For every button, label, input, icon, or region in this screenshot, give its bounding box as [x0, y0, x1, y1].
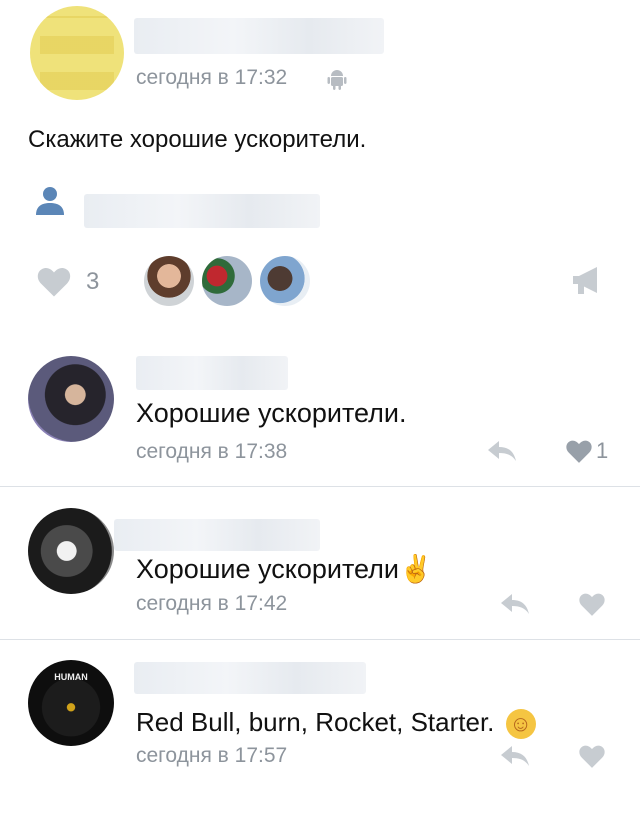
android-icon	[327, 68, 347, 90]
comment-time: сегодня в 17:38	[136, 440, 288, 463]
smiling-emoji: ☺	[505, 709, 536, 740]
victory-hand-emoji: ✌	[398, 554, 433, 584]
liker-avatar[interactable]	[260, 256, 310, 306]
post-signer-name[interactable]	[84, 194, 320, 228]
like-count: 3	[86, 268, 100, 295]
post-time: сегодня в 17:32	[136, 66, 288, 89]
comment-text: Хорошие ускорители✌	[136, 553, 433, 585]
comment-text-content: Хорошие ускорители	[136, 554, 399, 584]
comment-avatar[interactable]: HUMAN	[28, 660, 114, 746]
comment-text: Red Bull, burn, Rocket, Starter. ☺	[136, 707, 536, 740]
liker-avatar[interactable]	[144, 256, 194, 306]
post-text: Скажите хорошие ускорители.	[28, 126, 367, 153]
comment-divider	[0, 486, 640, 487]
comment-time: сегодня в 17:42	[136, 592, 288, 615]
heart-icon[interactable]	[578, 744, 606, 769]
comment-text-content: Red Bull, burn, Rocket, Starter.	[136, 707, 495, 737]
comment-text: Хорошие ускорители.	[136, 398, 407, 428]
heart-icon[interactable]	[36, 266, 72, 298]
avatar-caption: HUMAN	[54, 672, 88, 682]
comment-author-name[interactable]	[134, 662, 366, 694]
reply-icon[interactable]	[487, 440, 517, 462]
share-megaphone-icon[interactable]	[570, 264, 604, 298]
comment-time: сегодня в 17:57	[136, 744, 288, 767]
heart-icon[interactable]	[578, 592, 606, 617]
comment-author-name[interactable]	[114, 519, 320, 551]
user-icon	[34, 185, 66, 217]
reply-icon[interactable]	[500, 593, 530, 615]
comment-avatar[interactable]	[28, 508, 114, 594]
post-author-avatar[interactable]	[30, 6, 124, 100]
reply-icon[interactable]	[500, 745, 530, 767]
heart-icon[interactable]	[565, 439, 593, 464]
comment-avatar[interactable]	[28, 356, 114, 442]
comment-like-count: 1	[596, 438, 609, 463]
comment-divider	[0, 639, 640, 640]
comment-author-name[interactable]	[136, 356, 288, 390]
post-author-name[interactable]	[134, 18, 384, 54]
liker-avatar[interactable]	[202, 256, 252, 306]
